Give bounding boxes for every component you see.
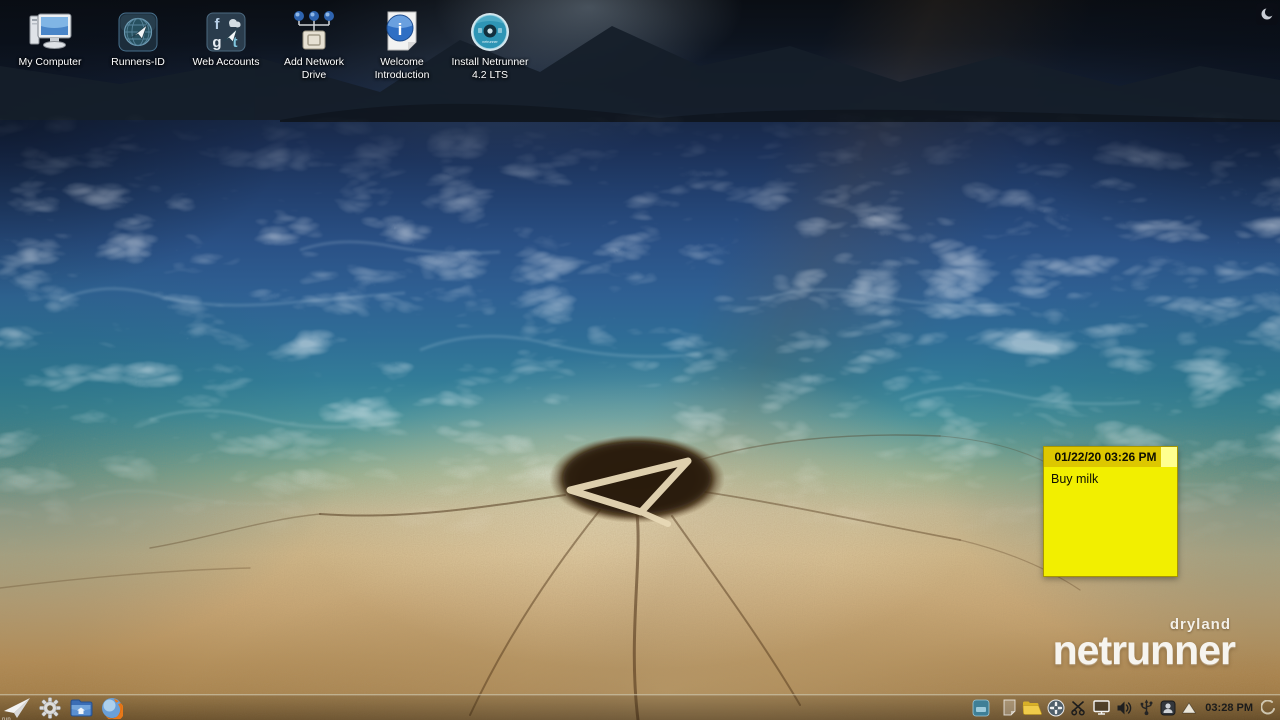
desktop: dryland netrunner My Computer (0, 0, 1280, 720)
desktop-icon-runners-id[interactable]: Runners-ID (94, 10, 182, 81)
desktop-icon-web-accounts[interactable]: f g t Web Accounts (182, 10, 270, 81)
desktop-icon-label: My Computer (18, 56, 81, 69)
show-desktop-icon[interactable] (971, 698, 991, 718)
desktop-icon-my-computer[interactable]: My Computer (6, 10, 94, 81)
desktop-icon-install-netrunner[interactable]: netrunner Install Netrunner 4.2 LTS (446, 10, 534, 81)
sticky-note-header[interactable]: 01/22/20 03:26 PM (1044, 447, 1177, 467)
info-icon: i (382, 10, 422, 52)
open-folder-tray-icon[interactable] (1022, 698, 1042, 718)
panel-cashew-icon[interactable] (1261, 698, 1276, 718)
sticky-note[interactable]: 01/22/20 03:26 PM Buy milk (1043, 446, 1178, 577)
netrunner-logo-icon (3, 697, 31, 719)
sticky-note-body[interactable]: Buy milk (1044, 467, 1177, 491)
wallpaper (0, 0, 1280, 720)
desktop-icon-welcome-introduction[interactable]: i Welcome Introduction (358, 10, 446, 81)
usb-device-icon[interactable] (1138, 698, 1155, 718)
desktop-icon-label: Runners-ID (111, 56, 165, 69)
install-disc-icon: netrunner (470, 10, 510, 52)
gear-icon (39, 697, 61, 719)
panel-toolbox-button[interactable] (1256, 3, 1278, 25)
desktop-icon-label: Welcome Introduction (359, 56, 445, 81)
system-tray: 03:28 PM (971, 698, 1280, 718)
sticky-note-title: 01/22/20 03:26 PM (1044, 450, 1177, 464)
desktop-icon-row: My Computer Runners-ID (6, 10, 534, 81)
file-manager-button[interactable] (69, 696, 93, 720)
system-settings-button[interactable] (39, 696, 61, 720)
user-session-tray-icon[interactable] (1160, 698, 1176, 718)
network-drive-icon (291, 10, 337, 52)
svg-text:netrunner: netrunner (482, 40, 498, 44)
sticky-note-header-corner (1161, 447, 1177, 467)
globe-cursor-icon (118, 10, 158, 52)
computer-icon (26, 10, 74, 52)
netrunner-menu-button[interactable]: run (3, 696, 31, 720)
svg-text:g: g (212, 34, 221, 51)
clock[interactable]: 03:28 PM (1205, 702, 1253, 714)
social-accounts-icon: f g t (206, 10, 246, 52)
expand-tray-icon[interactable] (1181, 698, 1197, 718)
panel-launchers: run (0, 696, 123, 720)
desktop-icon-label: Add Network Drive (271, 56, 357, 81)
folder-icon (69, 698, 93, 718)
menu-run-label: run (2, 717, 11, 720)
sticky-notes-tray-icon[interactable] (1002, 698, 1017, 718)
desktop-icon-add-network-drive[interactable]: Add Network Drive (270, 10, 358, 81)
desktop-icon-label: Web Accounts (193, 56, 260, 69)
firefox-icon (101, 697, 123, 719)
volume-icon[interactable] (1116, 698, 1133, 718)
firefox-button[interactable] (101, 696, 123, 720)
clipboard-scissors-icon[interactable] (1070, 698, 1087, 718)
branding-netrunner: netrunner (1053, 633, 1235, 668)
wallpaper-branding: dryland netrunner (1053, 616, 1235, 668)
display-tray-icon[interactable] (1092, 698, 1111, 718)
svg-text:i: i (398, 20, 403, 39)
desktop-icon-label: Install Netrunner 4.2 LTS (447, 56, 533, 81)
network-hub-tray-icon[interactable] (1047, 698, 1065, 718)
taskbar-panel: run (0, 694, 1280, 720)
cashew-icon (1260, 7, 1274, 21)
